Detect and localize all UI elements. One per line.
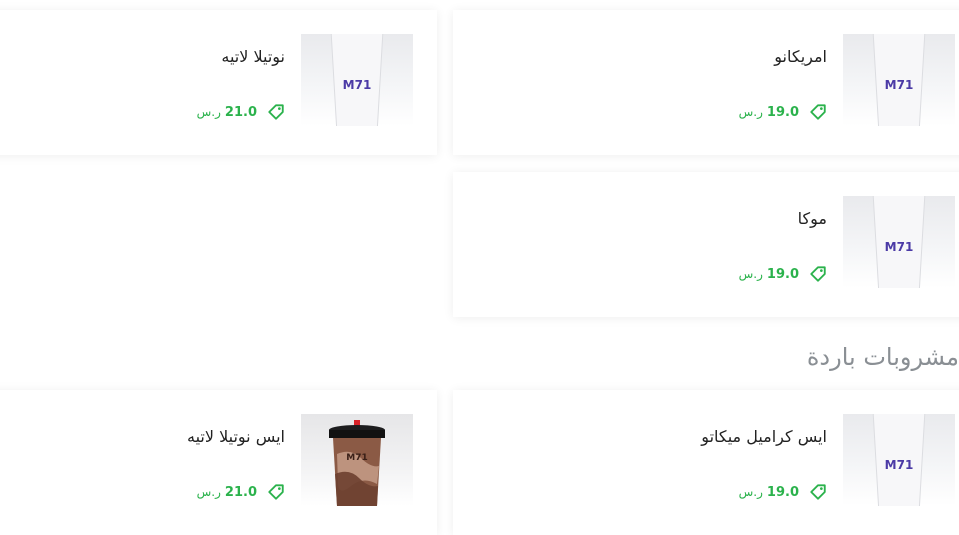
price-value: 21.0 bbox=[224, 104, 257, 120]
product-price: 19.0 ر.س bbox=[739, 103, 827, 121]
currency-label: ر.س bbox=[738, 105, 763, 119]
product-name: ايس كراميل ميكاتو bbox=[701, 427, 827, 446]
tag-icon bbox=[810, 266, 826, 282]
product-image: M71 bbox=[301, 414, 413, 506]
product-card[interactable]: M71 امريكانو 19.0 ر.س bbox=[453, 10, 959, 155]
price-value: 19.0 bbox=[766, 266, 799, 282]
product-price: 21.0 ر.س bbox=[197, 483, 285, 501]
product-card[interactable]: M71 نوتيلا لاتيه 21.0 ر.س bbox=[0, 10, 437, 155]
product-name: موكا bbox=[797, 209, 827, 228]
svg-text:M71: M71 bbox=[343, 78, 372, 92]
price-value: 19.0 bbox=[766, 484, 799, 500]
product-name: ايس نوتيلا لاتيه bbox=[187, 427, 285, 446]
tag-icon bbox=[810, 484, 826, 500]
currency-label: ر.س bbox=[196, 105, 221, 119]
tag-icon bbox=[268, 104, 284, 120]
product-name: نوتيلا لاتيه bbox=[221, 47, 285, 66]
product-image: M71 bbox=[843, 34, 955, 126]
svg-text:M71: M71 bbox=[885, 78, 914, 92]
currency-label: ر.س bbox=[738, 485, 763, 499]
product-card[interactable]: M71 ايس نوتيلا لاتيه 21.0 ر.س bbox=[0, 390, 437, 535]
product-card[interactable]: M71 ايس كراميل ميكاتو 19.0 ر.س bbox=[453, 390, 959, 535]
price-value: 21.0 bbox=[224, 484, 257, 500]
tag-icon bbox=[268, 484, 284, 500]
tag-icon bbox=[810, 104, 826, 120]
section-title: مشروبات باردة bbox=[806, 343, 959, 371]
product-name: امريكانو bbox=[774, 47, 827, 66]
svg-text:M71: M71 bbox=[346, 453, 367, 463]
product-price: 19.0 ر.س bbox=[739, 265, 827, 283]
product-card[interactable]: M71 موكا 19.0 ر.س bbox=[453, 172, 959, 317]
price-value: 19.0 bbox=[766, 104, 799, 120]
product-price: 19.0 ر.س bbox=[739, 483, 827, 501]
product-image: M71 bbox=[843, 196, 955, 288]
svg-text:M71: M71 bbox=[885, 240, 914, 254]
product-image: M71 bbox=[843, 414, 955, 506]
svg-text:M71: M71 bbox=[885, 458, 914, 472]
product-image: M71 bbox=[301, 34, 413, 126]
product-price: 21.0 ر.س bbox=[197, 103, 285, 121]
currency-label: ر.س bbox=[196, 485, 221, 499]
currency-label: ر.س bbox=[738, 267, 763, 281]
